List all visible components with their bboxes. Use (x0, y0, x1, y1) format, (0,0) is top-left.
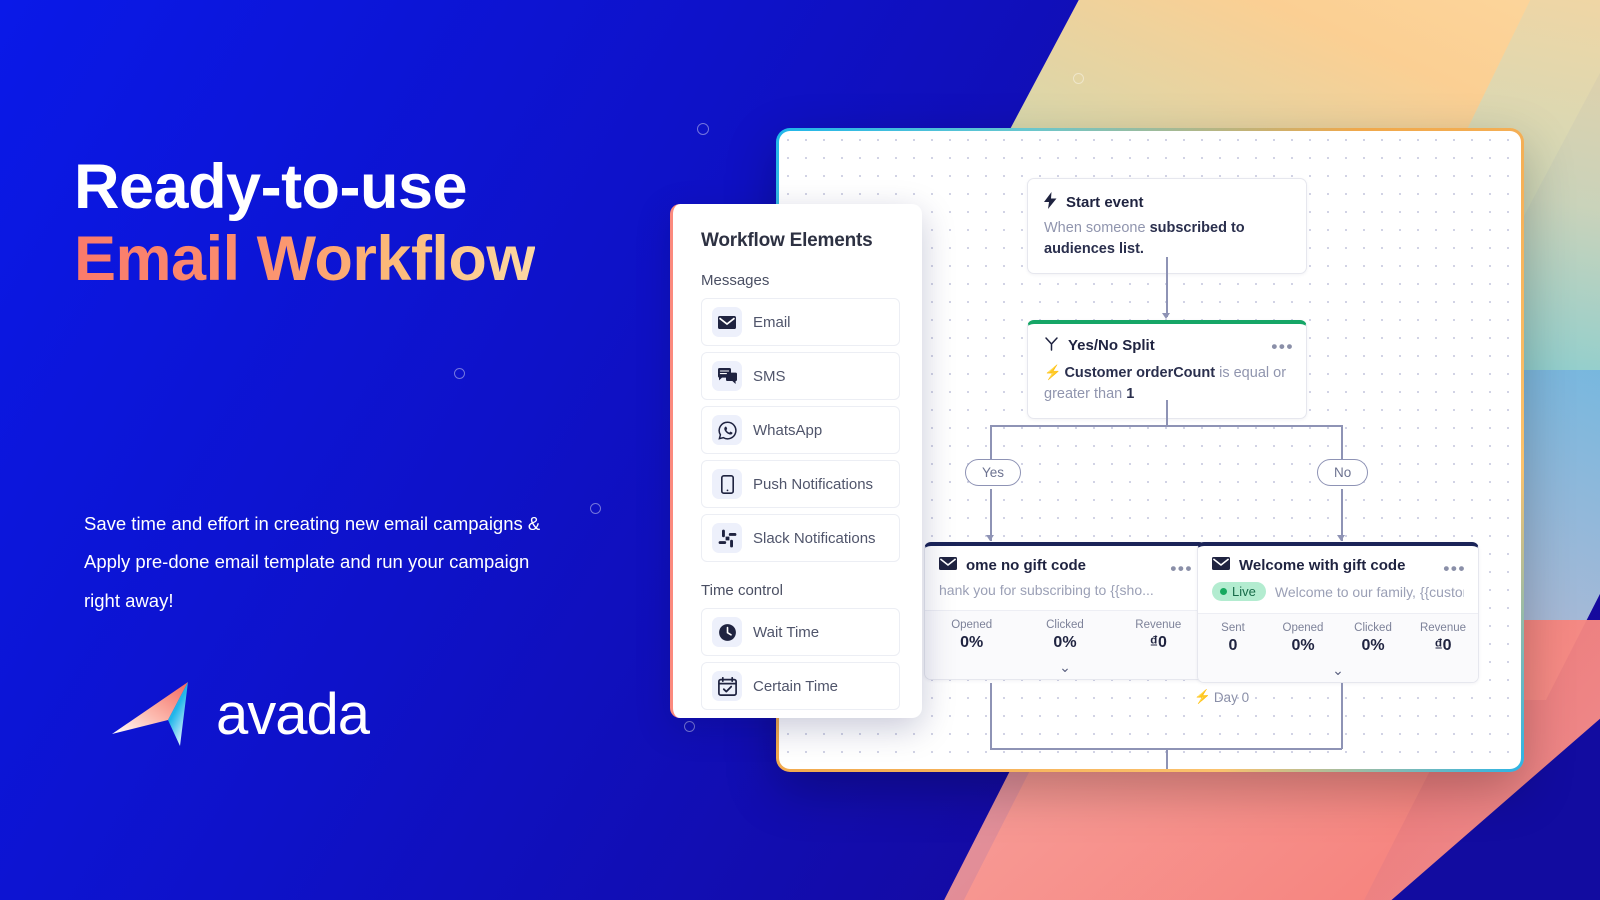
decor-circle (697, 123, 709, 135)
panel-item-label: SMS (753, 367, 786, 385)
connector-arrowhead (1337, 535, 1345, 541)
avada-logo-mark-icon (110, 676, 202, 754)
connector-right-email-down (1341, 683, 1343, 749)
connector-day-label: ⚡ Day 0 (1194, 689, 1250, 705)
panel-section-label-time-control: Time control (701, 582, 783, 599)
stat-item: Revenue ₫0 (1419, 622, 1467, 654)
stat-item: Opened 0% (1282, 622, 1324, 654)
sms-icon (712, 361, 742, 391)
status-badge-live: Live (1212, 582, 1266, 601)
panel-title: Workflow Elements (701, 230, 873, 251)
workflow-elements-panel: Workflow Elements Messages Email SMS Wha… (670, 204, 922, 718)
stat-item: Sent 0 (1221, 622, 1245, 654)
node-email-right-menu-button[interactable]: ••• (1443, 560, 1466, 577)
node-email-left-menu-button[interactable]: ••• (1170, 560, 1193, 577)
panel-item-sms[interactable]: SMS (701, 352, 900, 400)
connector-yes-to-email (990, 489, 992, 541)
panel-item-label: WhatsApp (753, 421, 823, 439)
node-email-right-head: Welcome with gift code ••• (1198, 546, 1478, 577)
node-email-left-head: ome no gift code ••• (925, 546, 1205, 577)
node-email-welcome-no-gift-code[interactable]: ome no gift code ••• hank you for subscr… (924, 542, 1206, 680)
node-email-left-description: hank you for subscribing to {{sho... (939, 582, 1154, 598)
node-email-right-stats: Sent 0 Opened 0% Clicked 0% Revenue ₫0 (1198, 613, 1478, 662)
panel-item-label: Email (753, 313, 791, 331)
node-email-left-stats: Opened 0% Clicked 0% Revenue ₫0 (925, 610, 1205, 659)
node-split-condition: ⚡ Customer orderCount is equal or greater… (1044, 364, 1287, 402)
lightning-bolt-green-icon: ⚡ (1044, 364, 1062, 380)
connector-merge-down (1166, 748, 1168, 769)
status-dot-icon (1220, 588, 1227, 595)
lightning-bolt-icon (1044, 192, 1057, 213)
calendar-check-icon (712, 671, 742, 701)
clock-icon (712, 617, 742, 647)
headline: Ready-to-use Email Workflow (74, 152, 535, 296)
stat-item: Clicked 0% (1354, 622, 1392, 654)
node-email-left-expand-chevron-icon[interactable]: ⌄ (925, 659, 1205, 679)
panel-item-label: Push Notifications (753, 475, 874, 493)
panel-item-wait-time[interactable]: Wait Time (701, 608, 900, 656)
envelope-icon (939, 557, 957, 574)
connector-branch-no-down (1341, 425, 1343, 461)
connector-arrowhead (1162, 313, 1170, 319)
branch-label-no[interactable]: No (1317, 459, 1369, 486)
node-split-menu-button[interactable]: ••• (1271, 338, 1294, 355)
branch-label-yes[interactable]: Yes (965, 459, 1022, 486)
slack-icon (712, 523, 742, 553)
panel-item-slack-notifications[interactable]: Slack Notifications (701, 514, 900, 562)
node-email-welcome-with-gift-code[interactable]: Welcome with gift code ••• Live Welcome … (1197, 542, 1479, 683)
node-email-left-title: ome no gift code (939, 557, 1191, 574)
connector-left-email-down (990, 683, 992, 749)
connector-branch-yes-down (990, 425, 992, 461)
avada-logo: avada (110, 676, 370, 754)
panel-item-push-notifications[interactable]: Push Notifications (701, 460, 900, 508)
hero-subcopy: Save time and effort in creating new ema… (84, 513, 541, 611)
node-split-title: Yes/No Split (1044, 336, 1290, 355)
node-email-left-desc-row: hank you for subscribing to {{sho... (925, 574, 1205, 610)
node-start-event-title: Start event (1044, 192, 1290, 213)
panel-item-whatsapp[interactable]: WhatsApp (701, 406, 900, 454)
connector-no-to-email (1341, 489, 1343, 541)
panel-item-label: Slack Notifications (753, 529, 876, 547)
split-branch-icon (1044, 336, 1059, 355)
stat-item: Opened 0% (951, 619, 993, 651)
panel-section-label-messages: Messages (701, 272, 770, 289)
hero-section: Ready-to-use Email Workflow Save time an… (74, 0, 694, 900)
connector-split-horizontal (990, 425, 1342, 427)
node-email-right-title: Welcome with gift code (1212, 557, 1464, 574)
stat-item: Revenue ₫0 (1135, 619, 1182, 651)
node-start-event-description: When someone subscribed to audiences lis… (1044, 220, 1245, 257)
whatsapp-icon (712, 415, 742, 445)
decor-circle (1073, 73, 1084, 84)
headline-line-2: Email Workflow (74, 223, 535, 294)
lightning-bolt-small-icon: ⚡ (1194, 689, 1211, 704)
panel-item-email[interactable]: Email (701, 298, 900, 346)
connector-start-to-split (1166, 257, 1168, 317)
panel-item-label: Certain Time (753, 677, 839, 695)
avada-logo-text: avada (216, 682, 370, 747)
connector-split-down (1166, 400, 1168, 426)
push-notification-icon (712, 469, 742, 499)
node-email-right-desc-row: Live Welcome to our family, {{customer..… (1198, 574, 1478, 613)
node-email-right-expand-chevron-icon[interactable]: ⌄ (1198, 662, 1478, 682)
panel-item-label: Wait Time (753, 623, 820, 641)
stat-item: Clicked 0% (1046, 619, 1084, 651)
node-email-right-description: Welcome to our family, {{customer... (1274, 583, 1464, 600)
email-icon (712, 307, 742, 337)
headline-line-1: Ready-to-use (74, 152, 468, 222)
envelope-icon (1212, 557, 1230, 574)
panel-item-certain-time[interactable]: Certain Time (701, 662, 900, 710)
connector-arrowhead (986, 535, 994, 541)
